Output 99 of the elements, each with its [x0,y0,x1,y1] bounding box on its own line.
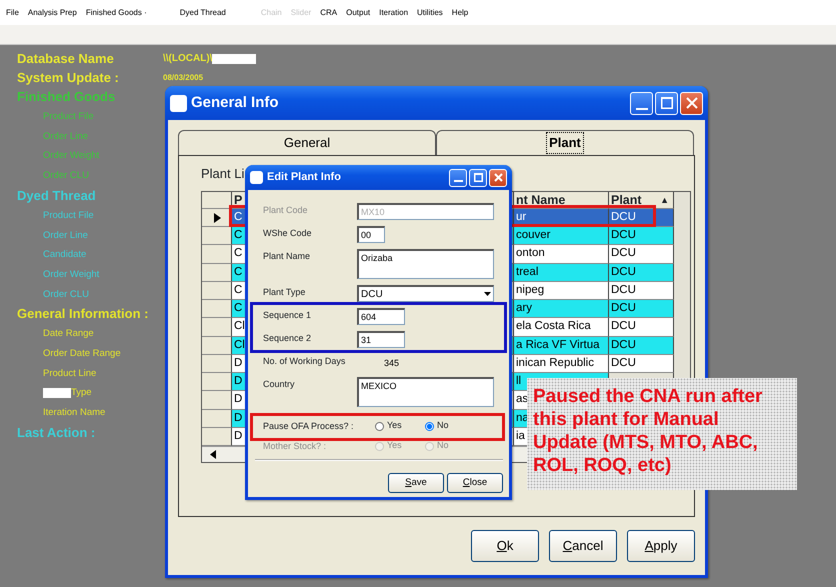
callout-note: Paused the CNA run after this plant for Manual Update (MTS, MTO, ABC, ROL, ROQ, etc) [527,378,797,490]
maximize-button[interactable] [655,92,678,114]
menu-item[interactable]: Utilities [413,6,447,18]
field-label: Plant Code [263,204,309,217]
current-row-icon [214,212,221,223]
radio-button[interactable] [375,422,384,430]
dialog-button[interactable]: Ok [471,530,539,562]
minimize-button[interactable] [630,92,653,114]
row-header[interactable] [202,245,232,264]
row-header[interactable] [202,336,232,355]
table-cell: DCU [609,318,674,337]
row-header[interactable] [202,373,232,392]
table-cell: nipeg [514,282,609,300]
field-label: Pause OFA Process? : [263,420,355,433]
minimize-icon [454,180,462,182]
row-header[interactable] [202,282,232,300]
sort-indicator: ▲ [660,194,669,207]
table-cell: couver [514,227,609,246]
input-field[interactable]: 345 [357,354,405,371]
table-cell: onton [514,245,609,264]
dialog-button[interactable]: Close [447,473,503,493]
menu-item[interactable]: Analysis Prep [24,6,81,18]
row-header[interactable] [202,300,232,318]
dropdown-field[interactable]: DCU [357,285,494,302]
scroll-left-icon [210,450,216,460]
field-label: Mother Stock? : [263,440,328,453]
radio-label: Yes [387,439,402,452]
row-header[interactable] [202,209,232,228]
window-title: General Info [191,92,280,113]
field-value: \\(LOCAL)\ [163,52,212,66]
row-header[interactable] [202,354,232,374]
dialog-button[interactable]: Apply [627,530,695,562]
tab[interactable]: General [178,130,436,155]
table-cell: DCU [609,245,674,264]
window-title: Edit Plant Info [267,170,342,186]
minimize-icon [636,108,648,110]
window-icon [250,171,263,184]
row-header[interactable] [202,428,232,446]
tab[interactable]: Plant [436,130,694,155]
section-title: Last Action : [17,424,96,442]
field-label: Sequence 2 [263,332,312,345]
field-label: System Update : [17,68,120,87]
radio-label: Yes [387,419,402,432]
table-cell: DCU [609,227,674,246]
input-field[interactable]: 31 [357,331,405,348]
field-label: WShe Code [263,227,313,240]
table-cell: inican Republic [514,354,609,374]
table-cell: DCU [609,264,674,282]
minimize-button[interactable] [449,168,467,186]
table-cell: a Rica VF Virtua [514,336,609,355]
row-header[interactable] [202,410,232,428]
menu-item[interactable]: Dyed Thread [176,6,230,18]
radio-button[interactable] [425,422,434,430]
menu-item[interactable]: Finished Goods · [82,6,151,18]
menu-item[interactable]: File [2,6,23,18]
input-field[interactable]: 604 [357,308,405,325]
field-label: Sequence 1 [263,309,312,322]
input-field[interactable]: 00 [357,226,385,243]
close-icon [494,173,502,182]
maximize-icon [660,97,672,109]
dialog-button[interactable]: Cancel [549,530,617,562]
row-header[interactable] [202,264,232,282]
radio-label: No [437,439,449,452]
window-icon [170,94,187,112]
column-header[interactable]: Plant [611,192,642,208]
field-label: No. of Working Days [263,355,346,368]
field-label: Plant Name [263,250,312,263]
field-label: Country [263,378,296,391]
row-header[interactable] [202,391,232,410]
close-icon [686,97,698,109]
menu-item[interactable]: CRA [316,6,342,18]
close-button[interactable] [680,92,703,114]
row-header[interactable] [202,318,232,337]
dialog-button[interactable]: Save [388,473,444,493]
field-label: Database Name [17,50,115,68]
row-header[interactable] [202,227,232,246]
close-button[interactable] [489,168,507,186]
section-title: Dyed Thread [17,186,96,205]
table-cell: DCU [609,336,674,355]
maximize-icon [474,173,482,182]
list-label: Plant Li [201,166,244,182]
table-cell: ela Costa Rica [514,318,609,337]
dropdown-arrow-icon [484,292,491,296]
radio-label: No [437,419,449,432]
table-cell: DCU [609,300,674,318]
maximize-button[interactable] [469,168,487,186]
menu-item[interactable]: Output [342,6,374,18]
menu-item[interactable]: Iteration [375,6,412,18]
table-cell: treal [514,264,609,282]
table-cell: DCU [609,354,674,374]
field-label: Plant Type [263,286,306,299]
menu-item[interactable]: Help [448,6,472,18]
text-area[interactable]: Orizaba [357,249,494,279]
section-title: Finished Goods [17,88,116,106]
table-cell: ary [514,300,609,318]
table-cell: DCU [609,282,674,300]
field-value: 08/03/2005 [163,72,204,84]
text-area[interactable]: MEXICO [357,377,494,407]
section-title: General Information : [17,305,148,324]
